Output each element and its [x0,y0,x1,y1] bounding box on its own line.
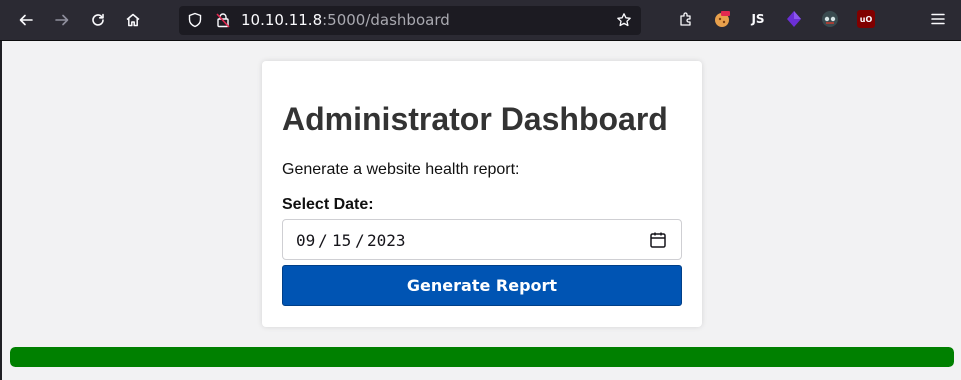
bookmark-star-icon[interactable] [616,12,632,28]
generate-report-button[interactable]: Generate Report [282,265,682,306]
date-separator: / [355,231,365,250]
extensions-icon[interactable] [677,10,695,28]
date-month[interactable]: 09 [296,231,315,250]
report-description: Generate a website health report: [282,161,520,178]
browser-toolbar: 10.10.11.8:5000/dashboard JS uO [0,0,961,41]
insecure-lock-icon[interactable] [215,12,231,28]
home-icon[interactable] [120,7,146,33]
window-edge [0,41,2,380]
forward-icon[interactable] [49,7,75,33]
ublock-origin-icon[interactable]: uO [857,10,875,28]
shield-icon[interactable] [187,12,203,28]
url-text[interactable]: 10.10.11.8:5000/dashboard [241,12,450,29]
spy-extension-icon[interactable] [821,10,839,28]
url-host: 10.10.11.8 [241,11,323,29]
progress-bar [10,347,954,367]
date-day[interactable]: 15 [332,231,351,250]
calendar-icon[interactable] [649,231,667,249]
date-year[interactable]: 2023 [367,231,406,250]
progress-fill [10,347,954,367]
reload-icon[interactable] [85,7,111,33]
dashboard-card: Administrator Dashboard Generate a websi… [262,61,702,327]
cookie-extension-icon[interactable] [713,10,731,28]
back-icon[interactable] [13,7,39,33]
date-input[interactable]: 09 / 15 / 2023 [282,219,682,260]
date-separator: / [318,231,328,250]
url-bar[interactable]: 10.10.11.8:5000/dashboard [179,6,641,35]
cube-extension-icon[interactable] [785,10,803,28]
date-label: Select Date: [282,196,374,213]
javascript-extension-icon[interactable]: JS [749,10,767,28]
page-title: Administrator Dashboard [282,101,668,137]
url-path: :5000/dashboard [322,11,450,29]
menu-icon[interactable] [929,10,947,28]
